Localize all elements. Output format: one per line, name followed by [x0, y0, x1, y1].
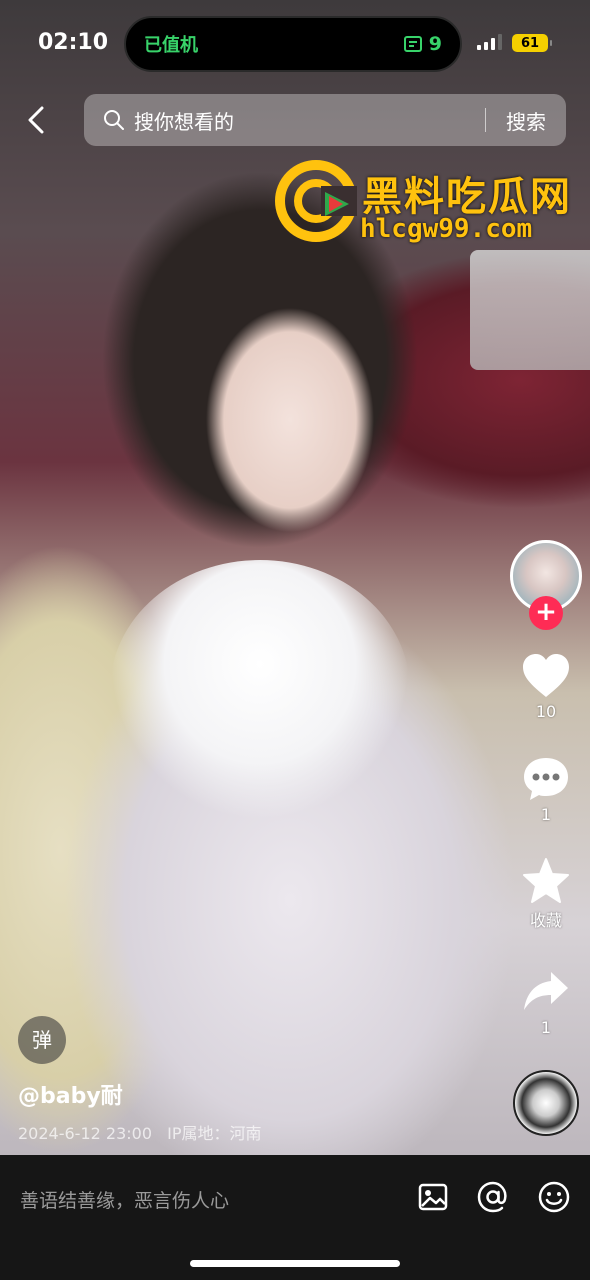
follow-button[interactable]: +: [529, 596, 563, 630]
like-button[interactable]: 10: [511, 652, 581, 721]
comment-button[interactable]: 1: [511, 755, 581, 824]
comment-icon: [524, 758, 568, 800]
watermark-logo: [275, 160, 357, 242]
favorite-button[interactable]: 收藏: [511, 857, 581, 931]
author-name[interactable]: @baby耐: [18, 1078, 123, 1110]
music-disc[interactable]: [513, 1070, 579, 1136]
flight-gate: 9: [403, 33, 442, 55]
at-icon[interactable]: [476, 1180, 510, 1214]
comment-count: 1: [540, 805, 552, 824]
gate-number: 9: [428, 33, 442, 55]
post-timestamp: 2024-6-12 23:00: [18, 1124, 152, 1143]
home-indicator[interactable]: [190, 1260, 400, 1267]
image-icon[interactable]: [416, 1180, 450, 1214]
flight-status: 已值机: [144, 35, 198, 56]
car-window: [470, 250, 590, 370]
share-count: 1: [540, 1018, 552, 1037]
search-input[interactable]: 搜你想看的: [134, 106, 485, 135]
post-meta: 2024-6-12 23:00 IP属地：河南: [18, 1120, 261, 1144]
search-button[interactable]: 搜索: [486, 106, 566, 135]
signal-icon: [477, 34, 502, 50]
danmu-toggle[interactable]: 弹: [18, 1016, 66, 1064]
boarding-pass-icon: [403, 36, 422, 52]
ip-location: IP属地：河南: [167, 1124, 262, 1143]
watermark-url: hlcgw99.com: [360, 214, 533, 244]
fur-collar: [110, 560, 410, 820]
dynamic-island[interactable]: 已值机 9: [124, 16, 462, 72]
like-count: 10: [535, 702, 557, 721]
back-icon[interactable]: [22, 104, 54, 136]
share-button[interactable]: 1: [511, 968, 581, 1037]
star-icon: [523, 858, 569, 903]
status-time: 02:10: [38, 30, 109, 55]
heart-icon: [523, 654, 569, 697]
share-icon: [524, 972, 568, 1010]
battery-icon: 61: [512, 34, 552, 52]
search-bar[interactable]: 搜你想看的 搜索: [84, 94, 566, 146]
emoji-icon[interactable]: [537, 1180, 571, 1214]
search-icon: [104, 110, 124, 130]
favorite-label: 收藏: [529, 911, 562, 930]
comment-input[interactable]: 善语结善缘，恶言伤人心: [20, 1186, 229, 1213]
